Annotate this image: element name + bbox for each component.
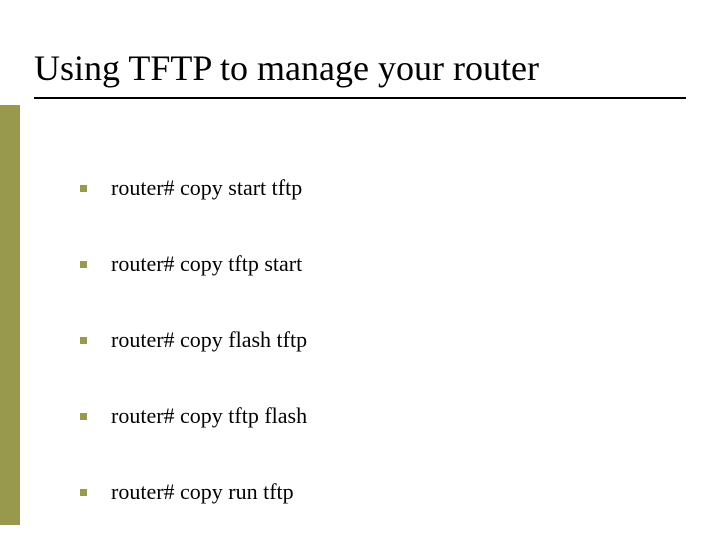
slide-content: router# copy start tftp router# copy tft… [80,175,660,540]
bullet-text: router# copy tftp flash [111,403,307,429]
list-item: router# copy flash tftp [80,327,660,353]
square-bullet-icon [80,261,87,268]
slide-title: Using TFTP to manage your router [34,48,686,99]
list-item: router# copy tftp flash [80,403,660,429]
bullet-text: router# copy run tftp [111,479,294,505]
square-bullet-icon [80,489,87,496]
list-item: router# copy start tftp [80,175,660,201]
bullet-text: router# copy flash tftp [111,327,307,353]
list-item: router# copy tftp start [80,251,660,277]
square-bullet-icon [80,413,87,420]
bullet-text: router# copy start tftp [111,175,302,201]
list-item: router# copy run tftp [80,479,660,505]
square-bullet-icon [80,337,87,344]
square-bullet-icon [80,185,87,192]
title-wrap: Using TFTP to manage your router [34,48,686,99]
bullet-text: router# copy tftp start [111,251,302,277]
slide-container: Using TFTP to manage your router router#… [0,0,720,540]
